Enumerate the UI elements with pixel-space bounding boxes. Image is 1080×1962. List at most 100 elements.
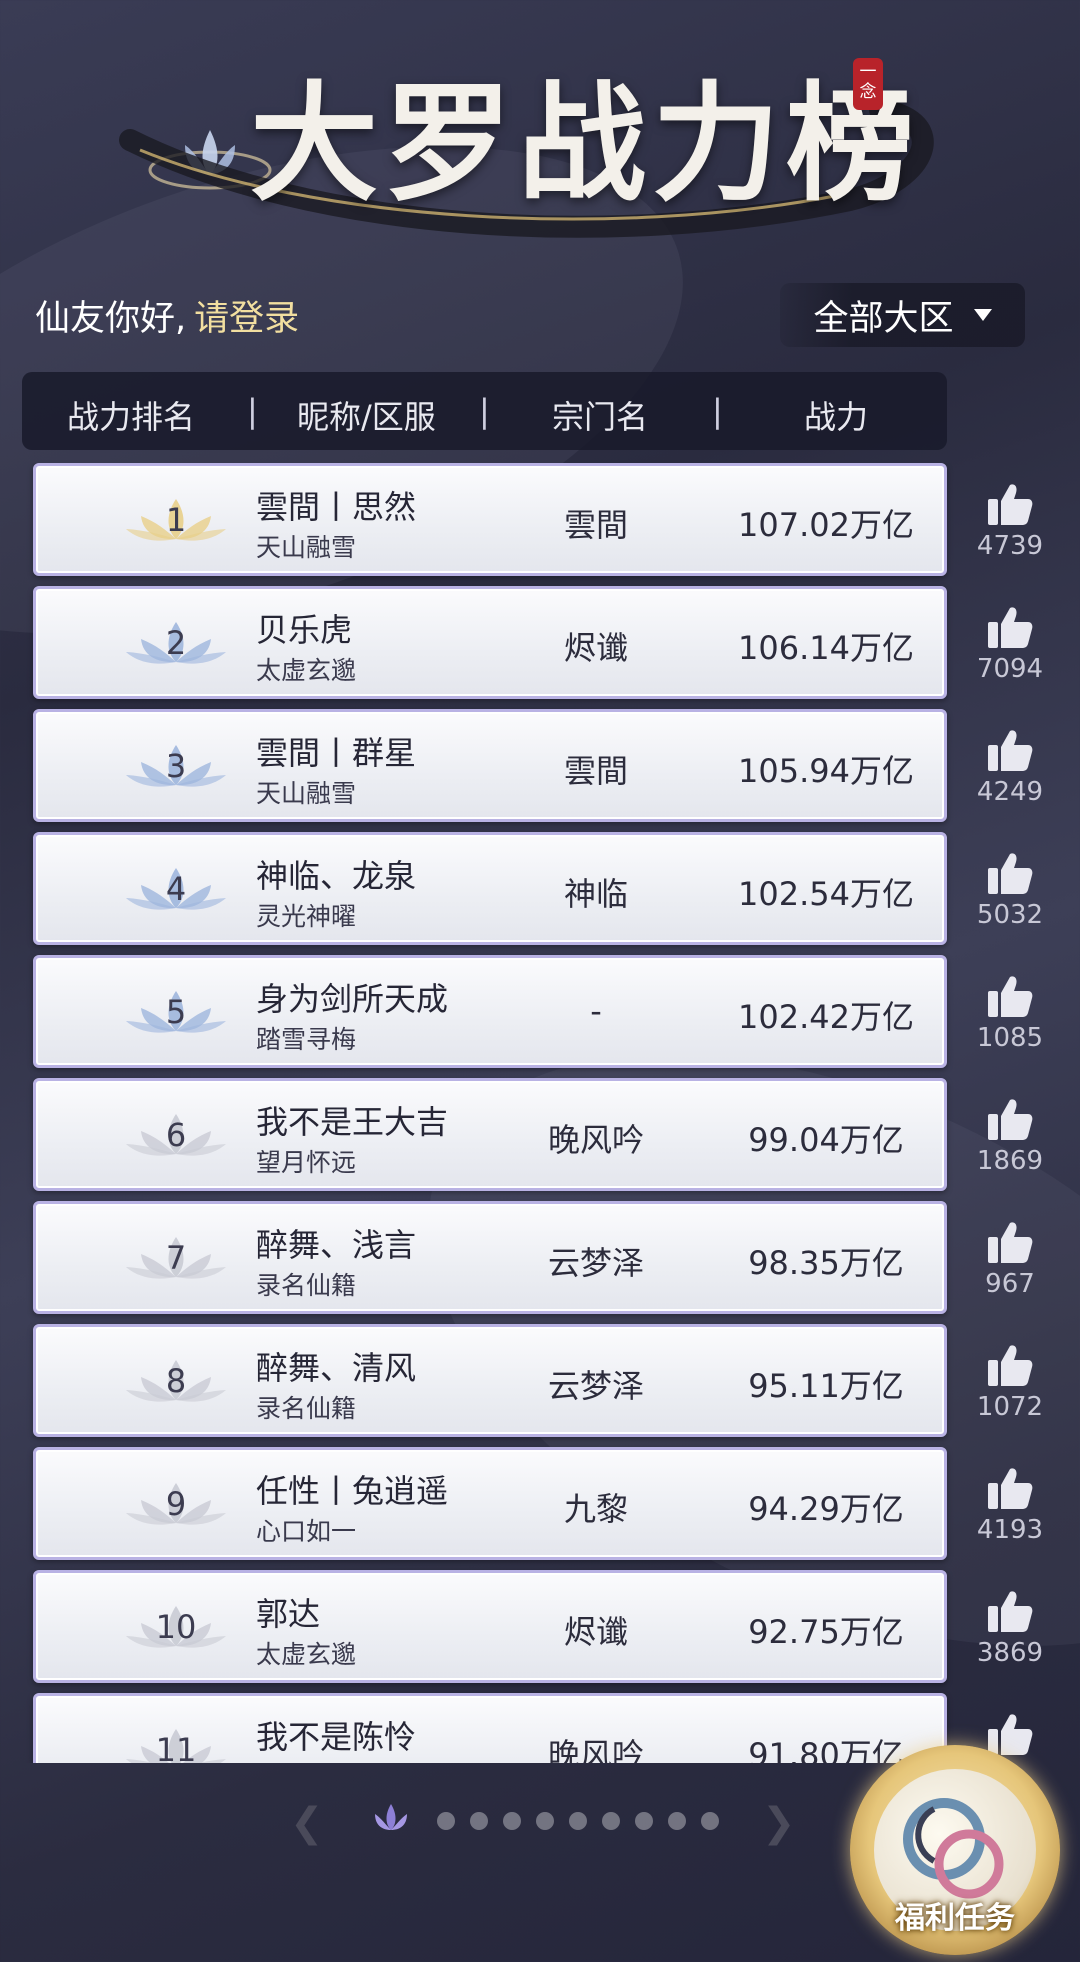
- header: 大罗战力榜 一念: [0, 0, 1080, 270]
- like-button[interactable]: 4193: [965, 1465, 1055, 1545]
- server-name: 录名仙籍: [256, 1271, 357, 1300]
- column-divider: |: [479, 392, 490, 430]
- player-name: 贝乐虎: [256, 611, 353, 649]
- rank-number: 5: [165, 992, 187, 1031]
- sect-name: 云梦泽: [547, 1367, 644, 1405]
- page-dot[interactable]: [701, 1812, 719, 1830]
- player-name: 神临、龙泉: [256, 857, 417, 895]
- combat-power: 94.29万亿: [748, 1490, 904, 1528]
- like-button[interactable]: 5032: [965, 850, 1055, 930]
- column-header-rank: 战力排名: [67, 398, 196, 436]
- combat-power: 95.11万亿: [748, 1367, 904, 1405]
- server-name: 踏雪寻梅: [256, 1025, 357, 1054]
- page-dot[interactable]: [635, 1812, 653, 1830]
- thumbs-up-icon: [988, 1345, 1033, 1386]
- sect-name: 晚风吟: [547, 1736, 644, 1763]
- rank-number: 1: [165, 500, 187, 539]
- table-row[interactable]: 3 雲間丨群星 天山融雪 雲間 105.94万亿: [33, 709, 947, 822]
- greeting-text: 仙友你好,: [35, 299, 187, 339]
- like-button[interactable]: 7094: [965, 604, 1055, 684]
- table-row[interactable]: 4 神临、龙泉 灵光神曜 神临 102.54万亿: [33, 832, 947, 945]
- welfare-tasks-label: 福利任务: [895, 1901, 1015, 1936]
- chevron-left-icon[interactable]: ❮: [290, 1800, 324, 1846]
- page-dot[interactable]: [503, 1812, 521, 1830]
- page-dot[interactable]: [470, 1812, 488, 1830]
- table-row[interactable]: 9 任性丨兔逍遥 心口如一 九黎 94.29万亿: [33, 1447, 947, 1560]
- column-divider: |: [712, 392, 723, 430]
- rank-badge: 9: [121, 1450, 231, 1557]
- rank-number: 10: [155, 1607, 197, 1646]
- page-dot[interactable]: [569, 1812, 587, 1830]
- combat-power: 102.54万亿: [738, 875, 914, 913]
- like-button[interactable]: 3869: [965, 1588, 1055, 1668]
- player-name: 醉舞、清风: [256, 1349, 417, 1387]
- column-divider: |: [247, 392, 258, 430]
- chevron-down-icon: [973, 309, 992, 321]
- rank-badge: 6: [121, 1081, 231, 1188]
- like-count: 1869: [976, 1146, 1044, 1176]
- table-row[interactable]: 8 醉舞、清风 录名仙籍 云梦泽 95.11万亿: [33, 1324, 947, 1437]
- region-select[interactable]: 全部大区: [780, 283, 1025, 347]
- sect-name: 云梦泽: [547, 1244, 644, 1282]
- player-name: 雲間丨群星: [256, 734, 417, 772]
- player-name: 我不是陈怜: [256, 1718, 417, 1756]
- thumbs-up-icon: [988, 484, 1033, 525]
- like-button[interactable]: 1869: [965, 1096, 1055, 1176]
- rank-number: 6: [165, 1115, 187, 1154]
- combat-power: 92.75万亿: [748, 1613, 904, 1651]
- like-button[interactable]: 4249: [965, 727, 1055, 807]
- thumbs-up-icon: [988, 853, 1033, 894]
- chevron-right-icon[interactable]: ❯: [762, 1800, 796, 1846]
- page-dot[interactable]: [602, 1812, 620, 1830]
- rank-number: 2: [165, 623, 187, 662]
- sect-name: 晚风吟: [547, 1121, 644, 1159]
- table-header: 战力排名 | 昵称/区服 | 宗门名 | 战力: [22, 372, 947, 450]
- table-row[interactable]: 2 贝乐虎 太虚玄邈 烬谶 106.14万亿: [33, 586, 947, 699]
- column-header-nickname: 昵称/区服: [297, 398, 436, 436]
- table-row[interactable]: 7 醉舞、浅言 录名仙籍 云梦泽 98.35万亿: [33, 1201, 947, 1314]
- table-row[interactable]: 10 郭达 太虚玄邈 烬谶 92.75万亿: [33, 1570, 947, 1683]
- page-dot[interactable]: [437, 1812, 455, 1830]
- server-name: 心口如一: [256, 1517, 357, 1546]
- table-row[interactable]: 5 身为剑所天成 踏雪寻梅 - 102.42万亿: [33, 955, 947, 1068]
- like-button[interactable]: 1072: [965, 1342, 1055, 1422]
- lotus-page-indicator-icon: [375, 1804, 407, 1830]
- thumbs-up-icon: [988, 730, 1033, 771]
- player-name: 身为剑所天成: [256, 980, 449, 1018]
- like-count: 4739: [976, 531, 1044, 561]
- rank-badge: 4: [121, 835, 231, 942]
- like-button[interactable]: 967: [965, 1219, 1055, 1299]
- combat-power: 105.94万亿: [738, 752, 914, 790]
- rank-badge: 11: [121, 1696, 231, 1763]
- page-dot[interactable]: [536, 1812, 554, 1830]
- like-count: 4193: [976, 1515, 1044, 1545]
- like-button[interactable]: 1085: [965, 973, 1055, 1053]
- server-name: 录名仙籍: [256, 1394, 357, 1423]
- page-dot[interactable]: [668, 1812, 686, 1830]
- like-count: 1072: [976, 1392, 1044, 1422]
- rank-number: 7: [165, 1238, 187, 1277]
- rank-badge: 2: [121, 589, 231, 696]
- greeting: 仙友你好, 请登录: [35, 290, 299, 341]
- sect-name: 雲間: [563, 506, 628, 544]
- sect-name: 九黎: [563, 1490, 628, 1528]
- thumbs-up-icon: [988, 607, 1033, 648]
- welfare-tasks-button[interactable]: 福利任务: [850, 1745, 1060, 1955]
- like-count: 4249: [976, 777, 1044, 807]
- server-name: 太虚玄邈: [256, 1640, 357, 1669]
- thumbs-up-icon: [988, 976, 1033, 1017]
- rank-badge: 10: [121, 1573, 231, 1680]
- combat-power: 99.04万亿: [748, 1121, 904, 1159]
- column-header-power: 战力: [804, 398, 869, 436]
- player-name: 我不是王大吉: [256, 1103, 449, 1141]
- server-name: 灵光神曜: [256, 902, 357, 931]
- rank-number: 4: [165, 869, 187, 908]
- table-row[interactable]: 6 我不是王大吉 望月怀远 晚风吟 99.04万亿: [33, 1078, 947, 1191]
- table-row[interactable]: 11 我不是陈怜 晚风吟 91.80万亿: [33, 1693, 947, 1763]
- sect-name: 雲間: [563, 752, 628, 790]
- player-name: 雲間丨思然: [256, 488, 417, 526]
- combat-power: 106.14万亿: [738, 629, 914, 667]
- table-row[interactable]: 1 雲間丨思然 天山融雪 雲間 107.02万亿: [33, 463, 947, 576]
- like-button[interactable]: 4739: [965, 481, 1055, 561]
- login-link[interactable]: 请登录: [194, 299, 299, 339]
